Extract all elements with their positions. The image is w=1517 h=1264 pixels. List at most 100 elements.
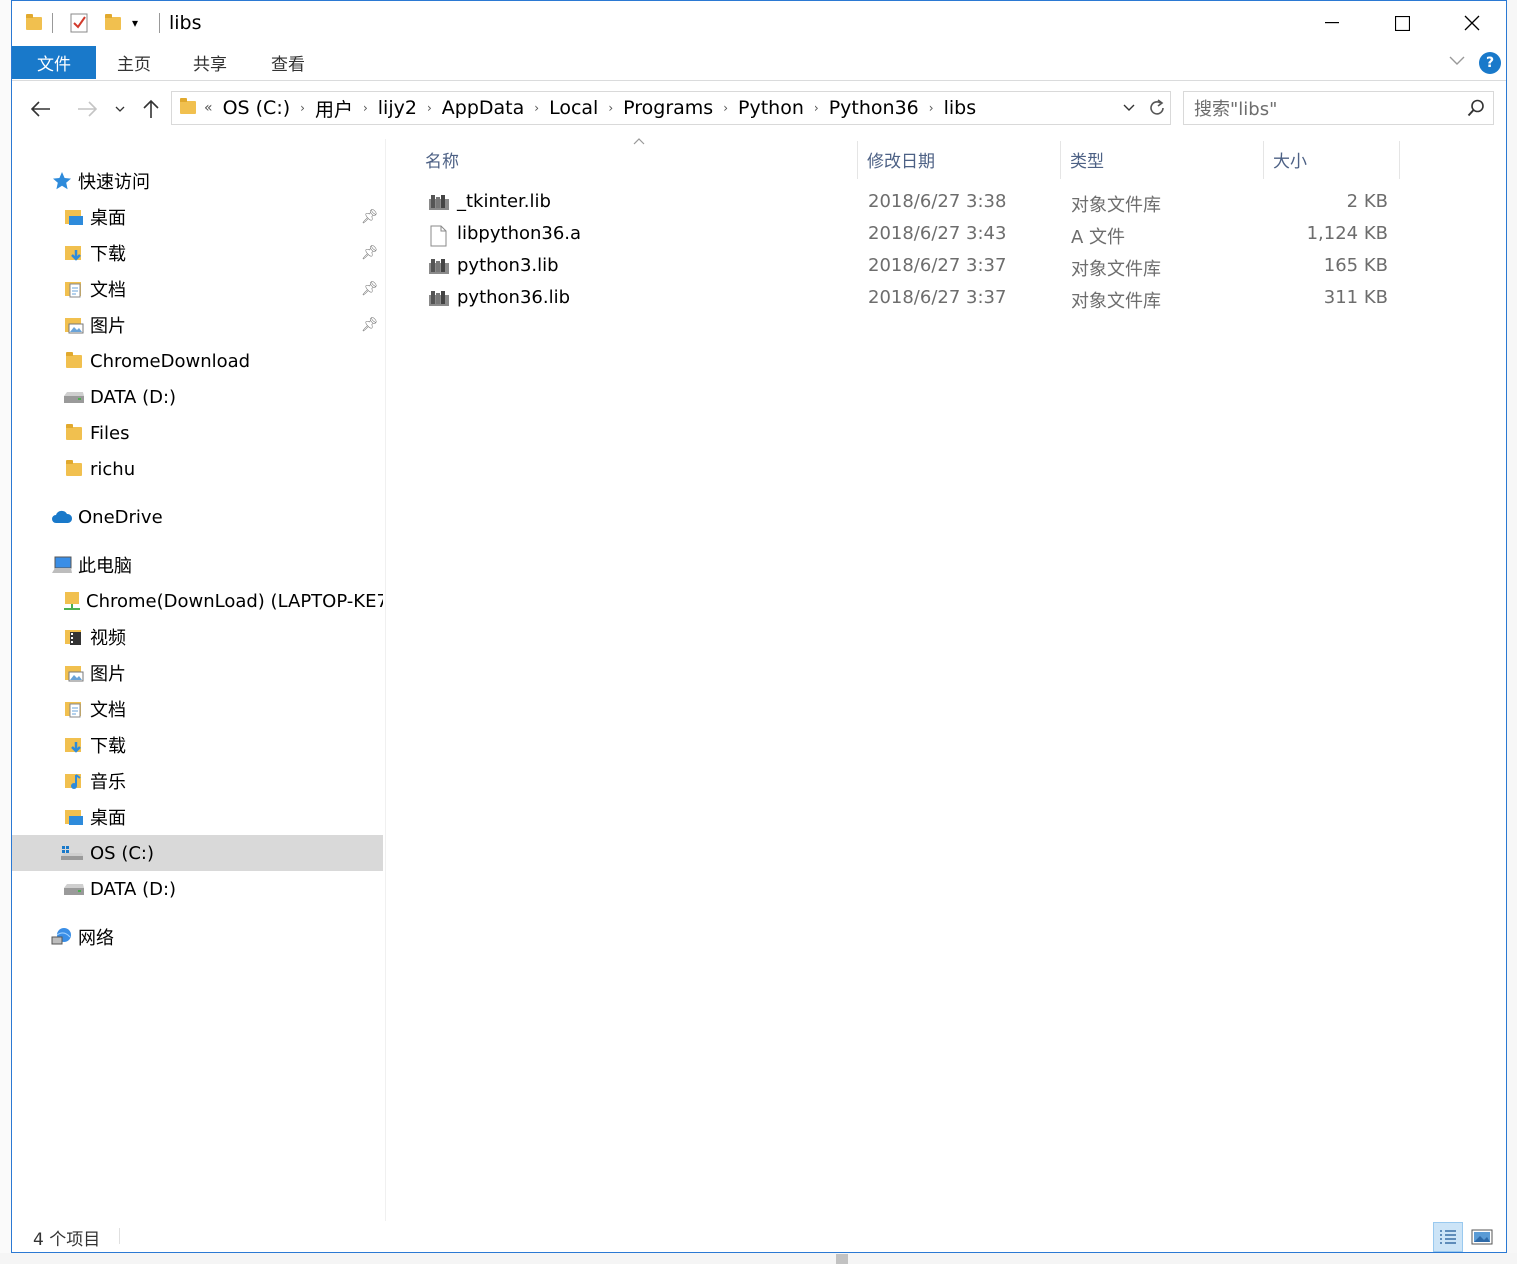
sidebar-item-quick-access[interactable]: 快速访问 xyxy=(12,163,383,199)
sidebar-item-label: 图片 xyxy=(90,664,126,685)
sidebar-item-this-pc[interactable]: 此电脑 xyxy=(12,547,383,583)
pin-icon[interactable]: 📌︎ xyxy=(361,245,379,261)
breadcrumb-separator-icon[interactable]: › xyxy=(812,101,821,115)
search-box[interactable]: 搜索"libs" xyxy=(1183,91,1494,125)
column-header-date[interactable]: 修改日期 xyxy=(859,139,1059,179)
sidebar-item-downloads-pc[interactable]: 下载 xyxy=(12,727,383,763)
file-row[interactable]: libpython36.a 2018/6/27 3:43 A 文件 1,124 … xyxy=(422,219,1392,251)
breadcrumb-users[interactable]: 用户 xyxy=(307,95,361,122)
column-header-name[interactable]: 名称 xyxy=(417,139,857,179)
breadcrumb-separator-icon[interactable]: › xyxy=(721,101,730,115)
recent-locations-chevron-icon[interactable] xyxy=(110,89,130,129)
search-icon[interactable] xyxy=(1467,99,1484,117)
properties-icon[interactable] xyxy=(70,11,88,35)
pin-icon[interactable]: 📌︎ xyxy=(361,209,379,225)
file-type: 对象文件库 xyxy=(1071,291,1161,312)
breadcrumb-programs[interactable]: Programs xyxy=(615,97,721,119)
breadcrumb-python[interactable]: Python xyxy=(730,97,812,119)
file-row[interactable]: _tkinter.lib 2018/6/27 3:38 对象文件库 2 KB xyxy=(422,187,1392,219)
sidebar-item-label: Chrome(DownLoad) (LAPTOP-KE7… xyxy=(86,590,383,612)
address-history-chevron-icon[interactable] xyxy=(1115,91,1143,125)
sidebar-item-documents[interactable]: 文档 📌︎ xyxy=(12,271,383,307)
breadcrumb-separator-icon[interactable]: › xyxy=(425,101,434,115)
breadcrumb-separator-icon[interactable]: › xyxy=(361,101,370,115)
new-folder-icon[interactable] xyxy=(105,11,121,35)
file-size: 1,124 KB xyxy=(1306,223,1388,244)
sidebar-item-pictures-pc[interactable]: 图片 xyxy=(12,655,383,691)
pin-icon[interactable]: 📌︎ xyxy=(361,281,379,297)
breadcrumb-os-c[interactable]: OS (C:) xyxy=(215,97,299,119)
sidebar-item-network[interactable]: 网络 xyxy=(12,919,383,955)
sidebar-item-downloads[interactable]: 下载 📌︎ xyxy=(12,235,383,271)
details-view-button[interactable] xyxy=(1433,1222,1463,1252)
sidebar-item-chromedownload[interactable]: ChromeDownload xyxy=(12,343,383,379)
breadcrumb-local[interactable]: Local xyxy=(541,97,606,119)
navigation-bar: « OS (C:) › 用户 › lijy2 › AppData › Local › Pr… xyxy=(12,89,1506,129)
sidebar-item-files[interactable]: Files xyxy=(12,415,383,451)
window-title: libs xyxy=(169,12,202,34)
large-icons-view-button[interactable] xyxy=(1467,1222,1497,1252)
sidebar-item-richu[interactable]: richu xyxy=(12,451,383,487)
minimize-button[interactable] xyxy=(1297,1,1367,45)
help-button[interactable]: ? xyxy=(1479,52,1501,74)
music-folder-icon xyxy=(62,769,86,793)
breadcrumb-lijy2[interactable]: lijy2 xyxy=(370,97,425,119)
breadcrumb-separator-icon[interactable]: › xyxy=(532,101,541,115)
file-date: 2018/6/27 3:38 xyxy=(868,191,1007,212)
sidebar-item-label: 桌面 xyxy=(90,208,126,229)
sidebar-item-pictures[interactable]: 图片 📌︎ xyxy=(12,307,383,343)
column-divider[interactable] xyxy=(1263,141,1264,179)
sidebar-item-data-d[interactable]: DATA (D:) xyxy=(12,379,383,415)
library-file-icon xyxy=(428,257,450,277)
sidebar-item-desktop[interactable]: 桌面 📌︎ xyxy=(12,199,383,235)
forward-button[interactable] xyxy=(72,89,102,129)
tab-file[interactable]: 文件 xyxy=(12,46,96,79)
library-file-icon xyxy=(428,289,450,309)
column-divider[interactable] xyxy=(1399,141,1400,179)
tab-view[interactable]: 查看 xyxy=(254,46,322,79)
address-folder-icon xyxy=(180,97,196,119)
refresh-button[interactable] xyxy=(1143,91,1171,125)
close-button[interactable] xyxy=(1437,1,1507,45)
pin-icon[interactable]: 📌︎ xyxy=(361,317,379,333)
address-overflow[interactable]: « xyxy=(202,100,215,116)
column-divider[interactable] xyxy=(857,141,858,179)
documents-folder-icon xyxy=(62,697,86,721)
qa-customize-chevron-icon[interactable]: ▾ xyxy=(132,11,138,35)
breadcrumb-python36[interactable]: Python36 xyxy=(821,97,927,119)
sidebar-item-data-d-pc[interactable]: DATA (D:) xyxy=(12,871,383,907)
address-bar[interactable]: « OS (C:) › 用户 › lijy2 › AppData › Local › Pr… xyxy=(171,91,1171,125)
column-header-type[interactable]: 类型 xyxy=(1062,139,1262,179)
sidebar-item-chrome-download-network[interactable]: Chrome(DownLoad) (LAPTOP-KE7… xyxy=(12,583,383,619)
breadcrumb-separator-icon[interactable]: › xyxy=(606,101,615,115)
breadcrumb-appdata[interactable]: AppData xyxy=(434,97,533,119)
sidebar-item-videos[interactable]: 视频 xyxy=(12,619,383,655)
background-scroll-nub xyxy=(836,1254,848,1264)
up-button[interactable] xyxy=(138,89,164,129)
sidebar-item-onedrive[interactable]: OneDrive xyxy=(12,499,383,535)
expand-ribbon-chevron-icon[interactable] xyxy=(1449,51,1465,70)
tab-share[interactable]: 共享 xyxy=(176,46,244,79)
sidebar-item-desktop-pc[interactable]: 桌面 xyxy=(12,799,383,835)
search-placeholder: 搜索"libs" xyxy=(1194,99,1278,120)
sidebar-item-label: 下载 xyxy=(90,244,126,265)
back-button[interactable] xyxy=(26,89,56,129)
breadcrumb-separator-icon[interactable]: › xyxy=(927,101,936,115)
qa-separator xyxy=(52,13,53,33)
sidebar-item-os-c[interactable]: OS (C:) xyxy=(12,835,383,871)
file-row[interactable]: python36.lib 2018/6/27 3:37 对象文件库 311 KB xyxy=(422,283,1392,315)
sidebar-item-music[interactable]: 音乐 xyxy=(12,763,383,799)
file-row[interactable]: python3.lib 2018/6/27 3:37 对象文件库 165 KB xyxy=(422,251,1392,283)
sidebar-item-label: DATA (D:) xyxy=(90,878,177,900)
blank-file-icon xyxy=(428,225,450,247)
file-name: python3.lib xyxy=(457,255,559,276)
desktop-folder-icon xyxy=(62,805,86,829)
column-header-size[interactable]: 大小 xyxy=(1265,139,1400,179)
breadcrumb-libs[interactable]: libs xyxy=(936,97,985,119)
tab-home[interactable]: 主页 xyxy=(100,46,168,79)
sidebar-item-documents-pc[interactable]: 文档 xyxy=(12,691,383,727)
column-divider[interactable] xyxy=(1060,141,1061,179)
sidebar-item-label: 文档 xyxy=(90,700,126,721)
breadcrumb-separator-icon[interactable]: › xyxy=(298,101,307,115)
maximize-button[interactable] xyxy=(1367,1,1437,45)
